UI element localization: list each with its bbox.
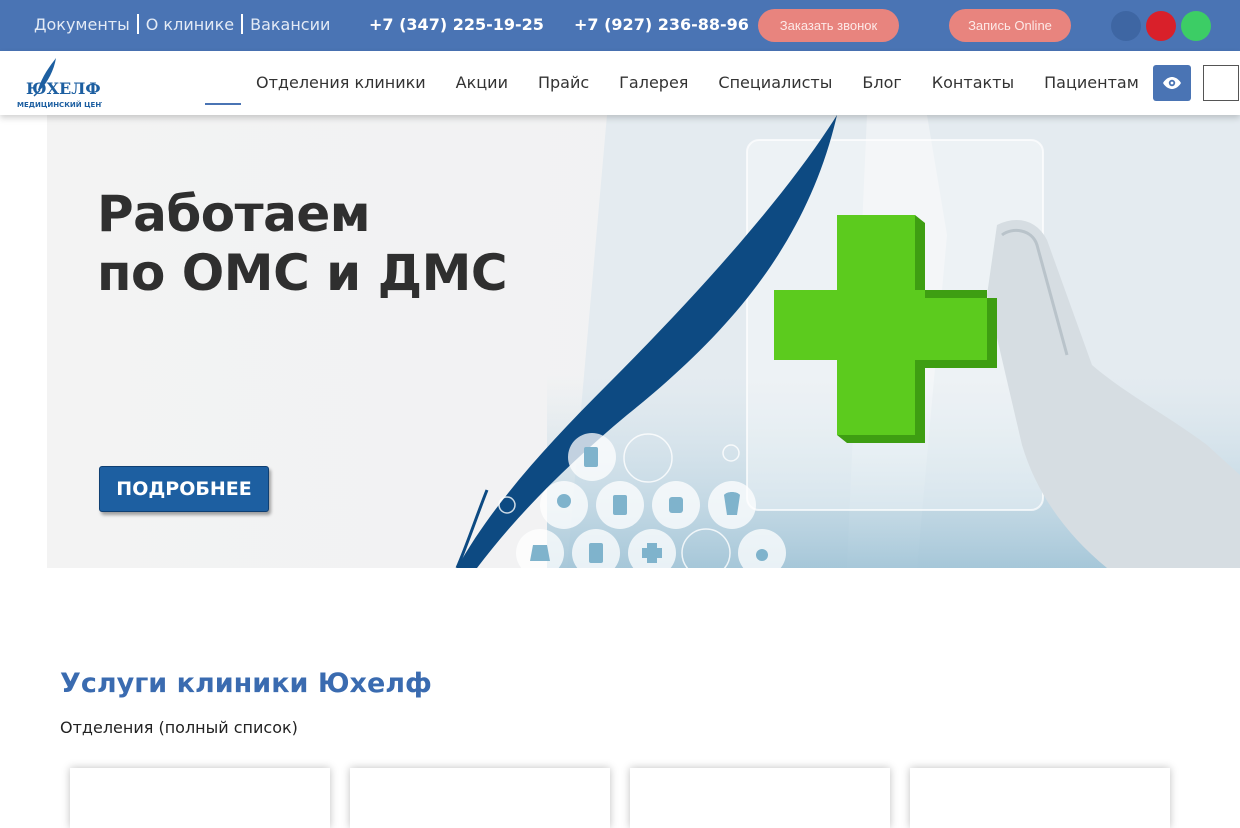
nav-item-patients[interactable]: Пациентам bbox=[1044, 73, 1139, 92]
link-about[interactable]: О клинике bbox=[146, 15, 234, 34]
department-card[interactable] bbox=[910, 768, 1170, 828]
nav-item-departments[interactable]: Отделения клиники bbox=[256, 73, 426, 92]
nav-item-contacts[interactable]: Контакты bbox=[932, 73, 1014, 92]
nav-item-blog[interactable]: Блог bbox=[862, 73, 901, 92]
banner-more-button[interactable]: ПОДРОБНЕЕ bbox=[99, 466, 269, 512]
link-vacancies[interactable]: Вакансии bbox=[250, 15, 330, 34]
services-subtitle: Отделения (полный список) bbox=[60, 718, 298, 737]
main-nav: ЮХЕЛФ МЕДИЦИНСКИЙ ЦЕНТР Отделения клиник… bbox=[0, 51, 1240, 115]
nav-item-specialists[interactable]: Специалисты bbox=[718, 73, 832, 92]
hero-banner[interactable]: Работаем по ОМС и ДМС ПОДРОБНЕЕ bbox=[47, 115, 1240, 568]
nav-item-price[interactable]: Прайс bbox=[538, 73, 589, 92]
banner-title-line: по ОМС и ДМС bbox=[97, 244, 508, 302]
phone-link-1[interactable]: +7 (347) 225-19-25 bbox=[369, 15, 544, 34]
svg-text:ЮХЕЛФ: ЮХЕЛФ bbox=[26, 79, 101, 98]
divider bbox=[241, 14, 244, 34]
eye-icon bbox=[1163, 77, 1181, 89]
whatsapp-icon[interactable] bbox=[1181, 11, 1211, 41]
top-bar: Документы О клинике Вакансии +7 (347) 22… bbox=[0, 0, 1240, 51]
top-links: Документы О клинике Вакансии bbox=[34, 14, 330, 34]
callback-button[interactable]: Заказать звонок bbox=[758, 9, 899, 42]
menu-toggle-button[interactable] bbox=[1203, 65, 1239, 101]
department-card[interactable] bbox=[350, 768, 610, 828]
banner-title: Работаем по ОМС и ДМС bbox=[97, 185, 508, 303]
accessibility-button[interactable] bbox=[1153, 65, 1191, 101]
youtube-icon[interactable] bbox=[1146, 11, 1176, 41]
link-documents[interactable]: Документы bbox=[34, 15, 130, 34]
feather-logo-icon: ЮХЕЛФ МЕДИЦИНСКИЙ ЦЕНТР bbox=[17, 58, 111, 109]
online-booking-button[interactable]: Запись Online bbox=[949, 9, 1071, 42]
svg-text:МЕДИЦИНСКИЙ ЦЕНТР: МЕДИЦИНСКИЙ ЦЕНТР bbox=[17, 100, 102, 109]
nav-item-promotions[interactable]: Акции bbox=[456, 73, 508, 92]
department-card[interactable] bbox=[630, 768, 890, 828]
banner-title-line: Работаем bbox=[97, 185, 371, 243]
department-card[interactable] bbox=[70, 768, 330, 828]
nav-item-gallery[interactable]: Галерея bbox=[619, 73, 688, 92]
clinic-logo[interactable]: ЮХЕЛФ МЕДИЦИНСКИЙ ЦЕНТР bbox=[16, 56, 111, 110]
home-nav-indicator[interactable] bbox=[205, 103, 241, 105]
divider bbox=[136, 14, 139, 34]
vk-icon[interactable] bbox=[1111, 11, 1141, 41]
phone-link-2[interactable]: +7 (927) 236-88-96 bbox=[574, 15, 749, 34]
services-title: Услуги клиники Юхелф bbox=[60, 668, 432, 699]
nav-items: Отделения клиники Акции Прайс Галерея Сп… bbox=[241, 73, 1154, 92]
